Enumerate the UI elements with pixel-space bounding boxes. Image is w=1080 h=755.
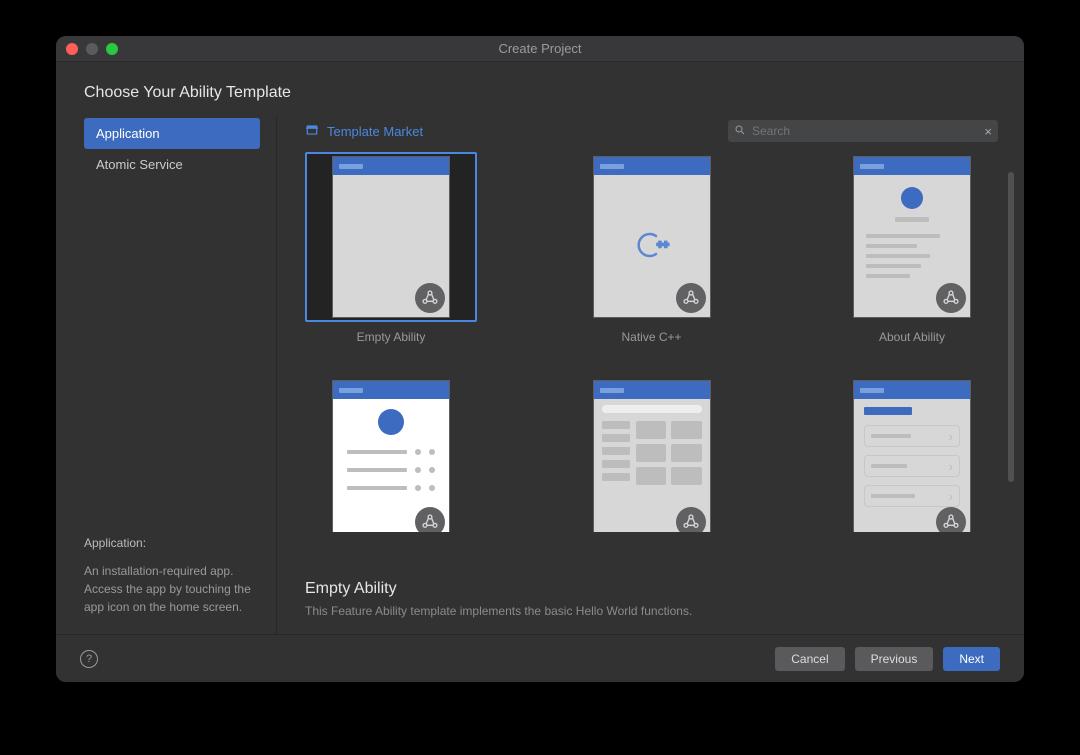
template-tile[interactable]: › › ›: [826, 380, 998, 532]
selected-template-description: Empty Ability This Feature Ability templ…: [277, 566, 1024, 634]
selected-template-body: This Feature Ability template implements…: [305, 604, 998, 618]
template-preview: [332, 380, 450, 532]
cancel-button[interactable]: Cancel: [775, 647, 844, 671]
next-button[interactable]: Next: [943, 647, 1000, 671]
template-preview: [332, 156, 450, 318]
selected-template-title: Empty Ability: [305, 580, 998, 598]
template-thumb: [305, 152, 477, 322]
template-thumb: [305, 380, 477, 532]
template-preview: › › ›: [853, 380, 971, 532]
search-input[interactable]: [752, 124, 984, 138]
template-tile[interactable]: [305, 380, 477, 532]
template-thumb: [566, 380, 738, 532]
main-area: Application Atomic Service Application: …: [56, 116, 1024, 634]
window-body: Choose Your Ability Template Application…: [56, 62, 1024, 682]
window-controls: [66, 43, 118, 55]
template-preview: [593, 380, 711, 532]
maximize-icon[interactable]: [106, 43, 118, 55]
template-label: Native C++: [621, 330, 681, 344]
ability-badge-icon: [415, 507, 445, 532]
template-preview: [853, 156, 971, 318]
ability-badge-icon: [936, 507, 966, 532]
create-project-window: Create Project Choose Your Ability Templ…: [56, 36, 1024, 682]
cpp-icon: ++: [632, 225, 672, 268]
help-icon[interactable]: ?: [80, 650, 98, 668]
sidebar-item-label: Application: [96, 126, 160, 141]
footer: ? Cancel Previous Next: [56, 634, 1024, 682]
ability-badge-icon: [415, 283, 445, 313]
minimize-icon[interactable]: [86, 43, 98, 55]
template-market-link[interactable]: Template Market: [305, 123, 423, 140]
template-tile[interactable]: [566, 380, 738, 532]
template-thumb: › › ›: [826, 380, 998, 532]
window-title: Create Project: [56, 41, 1024, 56]
search-box[interactable]: ×: [728, 120, 998, 142]
right-panel: Template Market ×: [276, 116, 1024, 634]
svg-text:++: ++: [657, 240, 669, 251]
template-label: About Ability: [879, 330, 945, 344]
sidebar-item-atomic-service[interactable]: Atomic Service: [84, 149, 260, 180]
ability-badge-icon: [676, 507, 706, 532]
page-header: Choose Your Ability Template: [56, 62, 1024, 116]
titlebar: Create Project: [56, 36, 1024, 62]
template-thumb: ++: [566, 152, 738, 322]
store-icon: [305, 123, 319, 140]
sidebar-description: Application: An installation-required ap…: [84, 534, 276, 634]
toolbar: Template Market ×: [277, 116, 1024, 152]
scrollbar[interactable]: [1008, 172, 1014, 482]
category-list: Application Atomic Service: [84, 118, 276, 180]
sidebar: Application Atomic Service Application: …: [56, 116, 276, 634]
search-icon: [734, 124, 752, 139]
template-thumb: [826, 152, 998, 322]
sidebar-desc-body: An installation-required app. Access the…: [84, 562, 258, 616]
sidebar-item-label: Atomic Service: [96, 157, 183, 172]
template-grid: Empty Ability ++: [305, 152, 998, 532]
template-tile-empty-ability[interactable]: Empty Ability: [305, 152, 477, 344]
ability-badge-icon: [676, 283, 706, 313]
sidebar-desc-title: Application:: [84, 534, 258, 552]
template-tile-native-cpp[interactable]: ++ Native C++: [566, 152, 738, 344]
template-tile-about-ability[interactable]: About Ability: [826, 152, 998, 344]
close-icon[interactable]: [66, 43, 78, 55]
template-label: Empty Ability: [357, 330, 426, 344]
page-title: Choose Your Ability Template: [84, 84, 996, 102]
clear-search-icon[interactable]: ×: [984, 124, 992, 139]
sidebar-item-application[interactable]: Application: [84, 118, 260, 149]
template-market-label: Template Market: [327, 124, 423, 139]
template-preview: ++: [593, 156, 711, 318]
ability-badge-icon: [936, 283, 966, 313]
template-gallery: Empty Ability ++: [277, 152, 1024, 566]
previous-button[interactable]: Previous: [855, 647, 934, 671]
